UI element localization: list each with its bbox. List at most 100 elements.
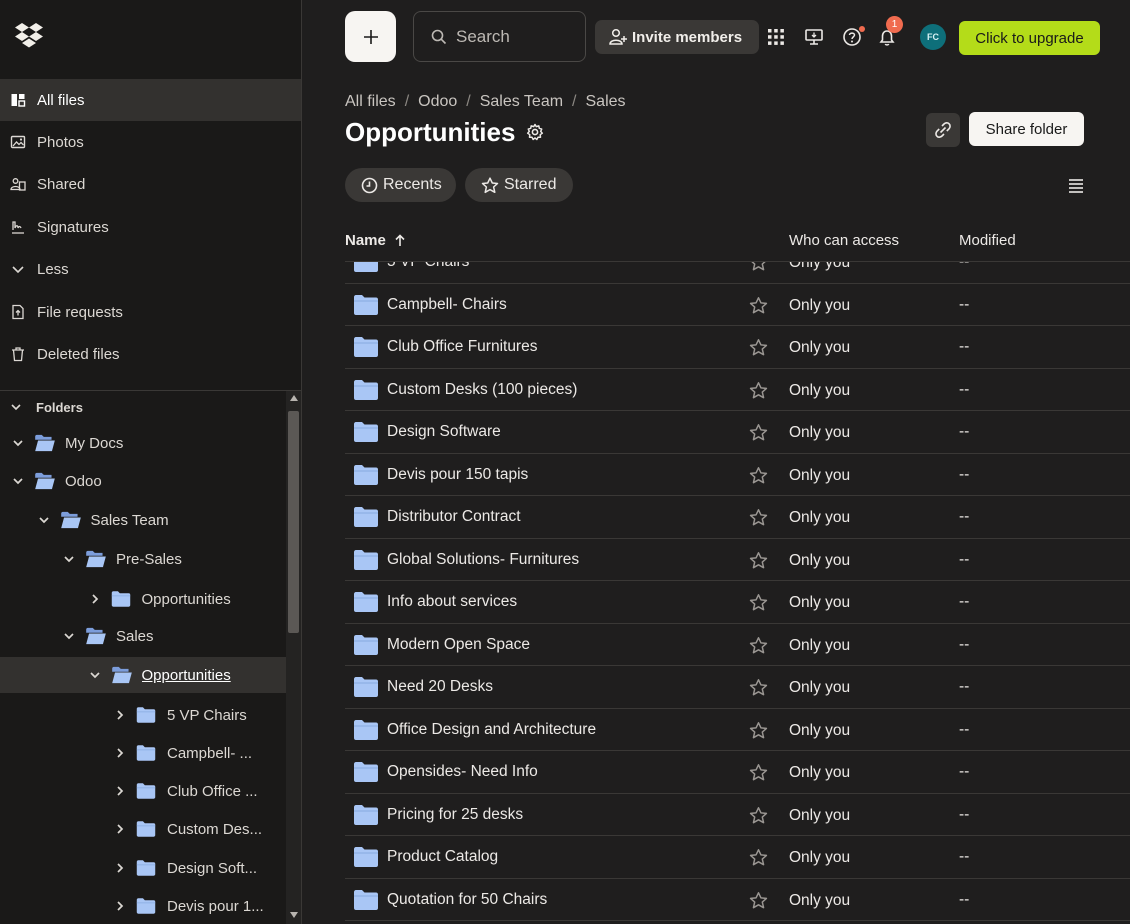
- table-row[interactable]: Opensides- Need Info Only you --: [345, 751, 1130, 794]
- recents-filter-button[interactable]: Recents: [345, 168, 456, 202]
- tree-folder-item[interactable]: My Docs: [0, 425, 286, 461]
- name-column-header[interactable]: Name: [345, 232, 406, 249]
- chevron-right-icon[interactable]: [112, 707, 128, 723]
- search-bar[interactable]: [413, 11, 586, 62]
- tree-folder-item[interactable]: Custom Des...: [0, 811, 286, 847]
- scroll-up-arrow-icon[interactable]: [290, 395, 298, 401]
- chevron-down-icon[interactable]: [87, 667, 103, 683]
- chevron-down-icon[interactable]: [10, 435, 26, 451]
- sidebar-item-less[interactable]: Less: [0, 248, 301, 290]
- chevron-right-icon[interactable]: [112, 821, 128, 837]
- file-name[interactable]: Devis pour 150 tapis: [387, 466, 528, 484]
- upgrade-button[interactable]: Click to upgrade: [959, 21, 1100, 55]
- sidebar-item-all-files[interactable]: All files: [0, 79, 301, 121]
- avatar[interactable]: FC: [920, 24, 946, 50]
- breadcrumb-link[interactable]: All files: [345, 93, 396, 111]
- table-row[interactable]: Devis pour 150 tapis Only you --: [345, 454, 1130, 496]
- chevron-down-icon[interactable]: [61, 628, 77, 644]
- star-icon[interactable]: [749, 678, 768, 697]
- table-row[interactable]: Product Catalog Only you --: [345, 836, 1130, 879]
- table-row[interactable]: Club Office Furnitures Only you --: [345, 326, 1130, 369]
- tree-folder-item[interactable]: Sales: [0, 618, 286, 654]
- table-row[interactable]: Design Software Only you --: [345, 411, 1130, 454]
- scroll-down-arrow-icon[interactable]: [290, 912, 298, 918]
- chevron-right-icon[interactable]: [112, 898, 128, 914]
- copy-link-button[interactable]: [926, 113, 960, 147]
- chevron-down-icon[interactable]: [61, 551, 77, 567]
- star-icon[interactable]: [749, 423, 768, 442]
- folder-tree-scrollbar[interactable]: [286, 391, 301, 924]
- table-row[interactable]: Pricing for 25 desks Only you --: [345, 794, 1130, 836]
- tree-folder-item[interactable]: Sales Team: [0, 502, 286, 538]
- file-name[interactable]: Info about services: [387, 593, 517, 611]
- table-row[interactable]: Global Solutions- Furnitures Only you --: [345, 539, 1130, 581]
- access-column-header[interactable]: Who can access: [789, 232, 899, 249]
- table-row[interactable]: 5 VP Chairs Only you --: [345, 262, 1130, 284]
- sidebar-item-photos[interactable]: Photos: [0, 121, 301, 163]
- starred-filter-button[interactable]: Starred: [465, 168, 573, 202]
- search-input[interactable]: [456, 26, 576, 47]
- table-row[interactable]: Custom Desks (100 pieces) Only you --: [345, 369, 1130, 411]
- star-icon[interactable]: [749, 848, 768, 867]
- tree-folder-item[interactable]: Opportunities: [0, 581, 286, 617]
- file-name[interactable]: Quotation for 50 Chairs: [387, 891, 547, 909]
- chevron-down-icon[interactable]: [36, 512, 52, 528]
- table-row[interactable]: Info about services Only you --: [345, 581, 1130, 624]
- tree-folder-item[interactable]: Pre-Sales: [0, 541, 286, 577]
- file-name[interactable]: Design Software: [387, 423, 501, 441]
- star-icon[interactable]: [749, 593, 768, 612]
- folder-settings-gear-icon[interactable]: [525, 122, 545, 142]
- file-name[interactable]: Club Office Furnitures: [387, 338, 537, 356]
- sidebar-item-shared[interactable]: Shared: [0, 163, 301, 205]
- table-row[interactable]: Quotation for 50 Chairs Only you --: [345, 879, 1130, 921]
- star-icon[interactable]: [749, 338, 768, 357]
- desktop-app-icon[interactable]: [803, 26, 825, 48]
- star-icon[interactable]: [749, 891, 768, 910]
- star-icon[interactable]: [749, 551, 768, 570]
- tree-folder-item[interactable]: Devis pour 1...: [0, 888, 286, 924]
- tree-folder-item[interactable]: Club Office ...: [0, 773, 286, 809]
- file-name[interactable]: Modern Open Space: [387, 636, 530, 654]
- scrollbar-thumb[interactable]: [288, 411, 299, 633]
- create-new-button[interactable]: [345, 11, 396, 62]
- breadcrumb-link[interactable]: Sales: [586, 93, 626, 111]
- chevron-right-icon[interactable]: [112, 745, 128, 761]
- breadcrumb-link[interactable]: Odoo: [418, 93, 457, 111]
- chevron-right-icon[interactable]: [112, 860, 128, 876]
- table-row[interactable]: Campbell- Chairs Only you --: [345, 284, 1130, 326]
- table-row[interactable]: Distributor Contract Only you --: [345, 496, 1130, 539]
- chevron-down-icon[interactable]: [10, 473, 26, 489]
- app-grid-icon[interactable]: [765, 26, 787, 48]
- tree-folder-item[interactable]: Design Soft...: [0, 850, 286, 886]
- file-name[interactable]: Custom Desks (100 pieces): [387, 381, 577, 399]
- chevron-right-icon[interactable]: [87, 591, 103, 607]
- star-icon[interactable]: [749, 296, 768, 315]
- share-folder-button[interactable]: Share folder: [969, 112, 1084, 146]
- breadcrumb-link[interactable]: Sales Team: [480, 93, 563, 111]
- table-row[interactable]: Modern Open Space Only you --: [345, 624, 1130, 666]
- folders-section-header[interactable]: Folders: [10, 398, 83, 416]
- star-icon[interactable]: [749, 508, 768, 527]
- file-name[interactable]: Pricing for 25 desks: [387, 806, 523, 824]
- tree-folder-item[interactable]: Campbell- ...: [0, 735, 286, 771]
- star-icon[interactable]: [749, 381, 768, 400]
- tree-folder-item[interactable]: Odoo: [0, 463, 286, 499]
- tree-folder-item[interactable]: Opportunities: [0, 657, 286, 693]
- file-name[interactable]: Need 20 Desks: [387, 678, 493, 696]
- file-name[interactable]: Opensides- Need Info: [387, 763, 538, 781]
- list-view-icon[interactable]: [1067, 178, 1085, 194]
- star-icon[interactable]: [749, 806, 768, 825]
- file-name[interactable]: Campbell- Chairs: [387, 296, 507, 314]
- file-name[interactable]: Product Catalog: [387, 848, 498, 866]
- star-icon[interactable]: [749, 466, 768, 485]
- table-row[interactable]: Need 20 Desks Only you --: [345, 666, 1130, 709]
- star-icon[interactable]: [749, 721, 768, 740]
- star-icon[interactable]: [749, 763, 768, 782]
- sidebar-item-signatures[interactable]: Signatures: [0, 206, 301, 248]
- table-row[interactable]: Office Design and Architecture Only you --: [345, 709, 1130, 751]
- dropbox-logo-icon[interactable]: [14, 22, 44, 50]
- modified-column-header[interactable]: Modified: [959, 232, 1016, 249]
- tree-folder-item[interactable]: 5 VP Chairs: [0, 697, 286, 733]
- file-name[interactable]: Distributor Contract: [387, 508, 521, 526]
- star-icon[interactable]: [749, 262, 768, 272]
